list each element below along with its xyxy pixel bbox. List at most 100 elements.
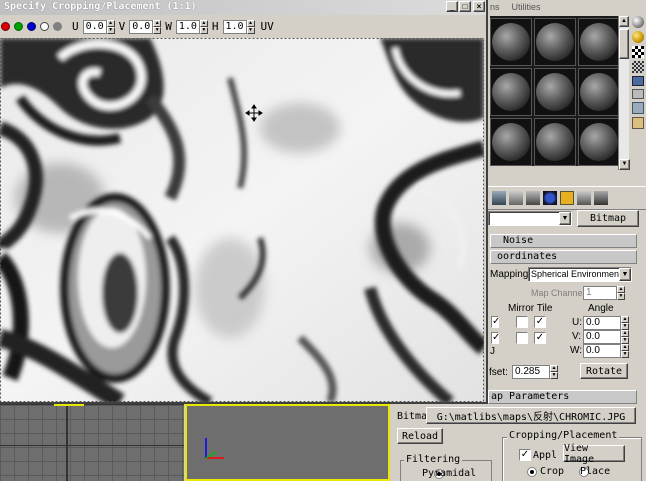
maximize-icon[interactable]: □ — [459, 1, 471, 12]
spinner-up-icon[interactable]: ▲ — [621, 344, 629, 351]
close-icon[interactable]: × — [473, 1, 485, 12]
slots-scrollbar[interactable]: ▲ ▼ — [618, 16, 630, 170]
v-angle-spinner[interactable]: 0.0 ▲ ▼ — [583, 330, 629, 344]
scroll-up-icon[interactable]: ▲ — [619, 16, 629, 27]
spinner-up-icon[interactable]: ▲ — [246, 19, 255, 27]
spinner-arrows[interactable]: ▲ ▼ — [621, 316, 629, 330]
sample-slot[interactable] — [490, 18, 532, 66]
spinner-down-icon[interactable]: ▼ — [621, 351, 629, 358]
spinner-down-icon[interactable]: ▼ — [106, 26, 115, 34]
minimize-icon[interactable]: _ — [446, 1, 458, 12]
spinner-arrows[interactable]: ▲ ▼ — [550, 365, 558, 379]
spinner-up-icon[interactable]: ▲ — [617, 286, 625, 293]
bitmap-preview[interactable] — [0, 38, 484, 402]
noise-rollout[interactable]: Noise — [490, 234, 637, 248]
video-check-icon[interactable] — [632, 76, 644, 86]
sample-slot[interactable] — [534, 18, 576, 66]
spinner-down-icon[interactable]: ▼ — [246, 26, 255, 34]
view-image-button[interactable]: View Image — [563, 443, 625, 465]
u-angle-spinner[interactable]: 0.0 ▲ ▼ — [583, 316, 629, 330]
chevron-down-icon[interactable]: ▼ — [559, 212, 571, 225]
uv-toggle[interactable]: UV — [261, 20, 274, 33]
show-map-icon[interactable] — [560, 191, 574, 205]
background-icon[interactable] — [632, 46, 644, 58]
v-mirror-checkbox[interactable] — [516, 332, 528, 344]
spinner-arrows[interactable]: ▲ ▼ — [621, 330, 629, 344]
mono-channel-icon[interactable] — [53, 22, 62, 31]
w-value[interactable]: 1.0 — [175, 19, 200, 34]
spinner-arrows[interactable]: ▲ ▼ — [617, 286, 625, 300]
alpha-channel-icon[interactable] — [40, 22, 49, 31]
map-type-button[interactable]: Bitmap — [577, 210, 639, 227]
sample-slot[interactable] — [578, 68, 620, 116]
crop-radio[interactable] — [527, 467, 537, 477]
reload-button[interactable]: Reload — [397, 428, 443, 444]
select-by-material-icon[interactable] — [632, 117, 644, 129]
blur-offset-value[interactable]: 0.285 — [512, 365, 550, 379]
apply-checkbox[interactable]: ✓ — [519, 449, 531, 461]
sample-slot[interactable] — [534, 68, 576, 116]
put-to-scene-icon[interactable] — [509, 191, 523, 205]
w-spinner[interactable]: 1.0 ▲ ▼ — [175, 19, 208, 34]
spinner-arrows[interactable]: ▲ ▼ — [153, 19, 162, 34]
sample-slot[interactable] — [490, 118, 532, 166]
sample-slot[interactable] — [490, 68, 532, 116]
blur-offset-spinner[interactable]: 0.285 ▲ ▼ — [512, 365, 558, 379]
u-value[interactable]: 0.0 — [82, 19, 107, 34]
sample-type-icon[interactable] — [632, 16, 644, 28]
map-channel-spinner[interactable]: 1 ▲ ▼ — [583, 286, 625, 300]
u-tile-left-checkbox[interactable]: ✓ — [491, 316, 500, 328]
spinner-down-icon[interactable]: ▼ — [621, 323, 629, 330]
h-value[interactable]: 1.0 — [222, 19, 247, 34]
h-spinner[interactable]: 1.0 ▲ ▼ — [222, 19, 255, 34]
viewport-bottom-left[interactable] — [0, 404, 184, 481]
scroll-thumb[interactable] — [619, 29, 629, 59]
spinner-up-icon[interactable]: ▲ — [550, 365, 558, 372]
reset-map-icon[interactable] — [543, 191, 557, 205]
rotate-button[interactable]: Rotate — [580, 363, 628, 379]
spinner-down-icon[interactable]: ▼ — [153, 26, 162, 34]
spinner-down-icon[interactable]: ▼ — [550, 372, 558, 379]
spinner-arrows[interactable]: ▲ ▼ — [106, 19, 115, 34]
sample-slot[interactable] — [534, 118, 576, 166]
chevron-down-icon[interactable]: ▼ — [619, 268, 631, 281]
go-forward-icon[interactable] — [594, 191, 608, 205]
red-channel-icon[interactable] — [1, 22, 10, 31]
spinner-down-icon[interactable]: ▼ — [617, 293, 625, 300]
u-tile-checkbox[interactable]: ✓ — [534, 316, 546, 328]
spinner-up-icon[interactable]: ▲ — [199, 19, 208, 27]
spinner-arrows[interactable]: ▲ ▼ — [199, 19, 208, 34]
u-spinner[interactable]: 0.0 ▲ ▼ — [82, 19, 115, 34]
v-angle-value[interactable]: 0.0 — [583, 330, 621, 344]
v-tile-left-checkbox[interactable]: ✓ — [491, 332, 500, 344]
go-to-parent-icon[interactable] — [577, 191, 591, 205]
map-name-dropdown[interactable]: ▼ — [488, 211, 572, 226]
uv-tiling-icon[interactable] — [632, 61, 644, 73]
backlight-icon[interactable] — [632, 31, 644, 43]
w-angle-value[interactable]: 0.0 — [583, 344, 621, 358]
spinner-up-icon[interactable]: ▲ — [621, 330, 629, 337]
u-angle-value[interactable]: 0.0 — [583, 316, 621, 330]
sample-slot[interactable] — [578, 18, 620, 66]
map-channel-value[interactable]: 1 — [583, 286, 617, 300]
bitmap-path-button[interactable]: G:\matlibs\maps\反射\CHROMIC.JPG — [426, 407, 636, 424]
bitmap-parameters-rollout[interactable]: ap Parameters — [488, 390, 637, 404]
options-icon[interactable] — [632, 102, 644, 114]
make-preview-icon[interactable] — [632, 89, 644, 99]
spinner-down-icon[interactable]: ▼ — [199, 26, 208, 34]
w-angle-spinner[interactable]: 0.0 ▲ ▼ — [583, 344, 629, 358]
mapping-dropdown[interactable]: Spherical Environment ▼ — [528, 267, 632, 282]
crop-window-titlebar[interactable]: Specify Cropping/Placement (1:1) _ □ × — [0, 0, 486, 15]
spinner-arrows[interactable]: ▲ ▼ — [246, 19, 255, 34]
get-material-icon[interactable] — [492, 191, 506, 205]
spinner-down-icon[interactable]: ▼ — [621, 337, 629, 344]
v-value[interactable]: 0.0 — [129, 19, 154, 34]
coordinates-rollout[interactable]: oordinates — [490, 250, 637, 264]
menu-item-ns[interactable]: ns — [490, 0, 500, 14]
spinner-up-icon[interactable]: ▲ — [106, 19, 115, 27]
assign-material-icon[interactable] — [526, 191, 540, 205]
sample-slot[interactable] — [578, 118, 620, 166]
spinner-arrows[interactable]: ▲ ▼ — [621, 344, 629, 358]
v-tile-checkbox[interactable]: ✓ — [534, 332, 546, 344]
u-mirror-checkbox[interactable] — [516, 316, 528, 328]
